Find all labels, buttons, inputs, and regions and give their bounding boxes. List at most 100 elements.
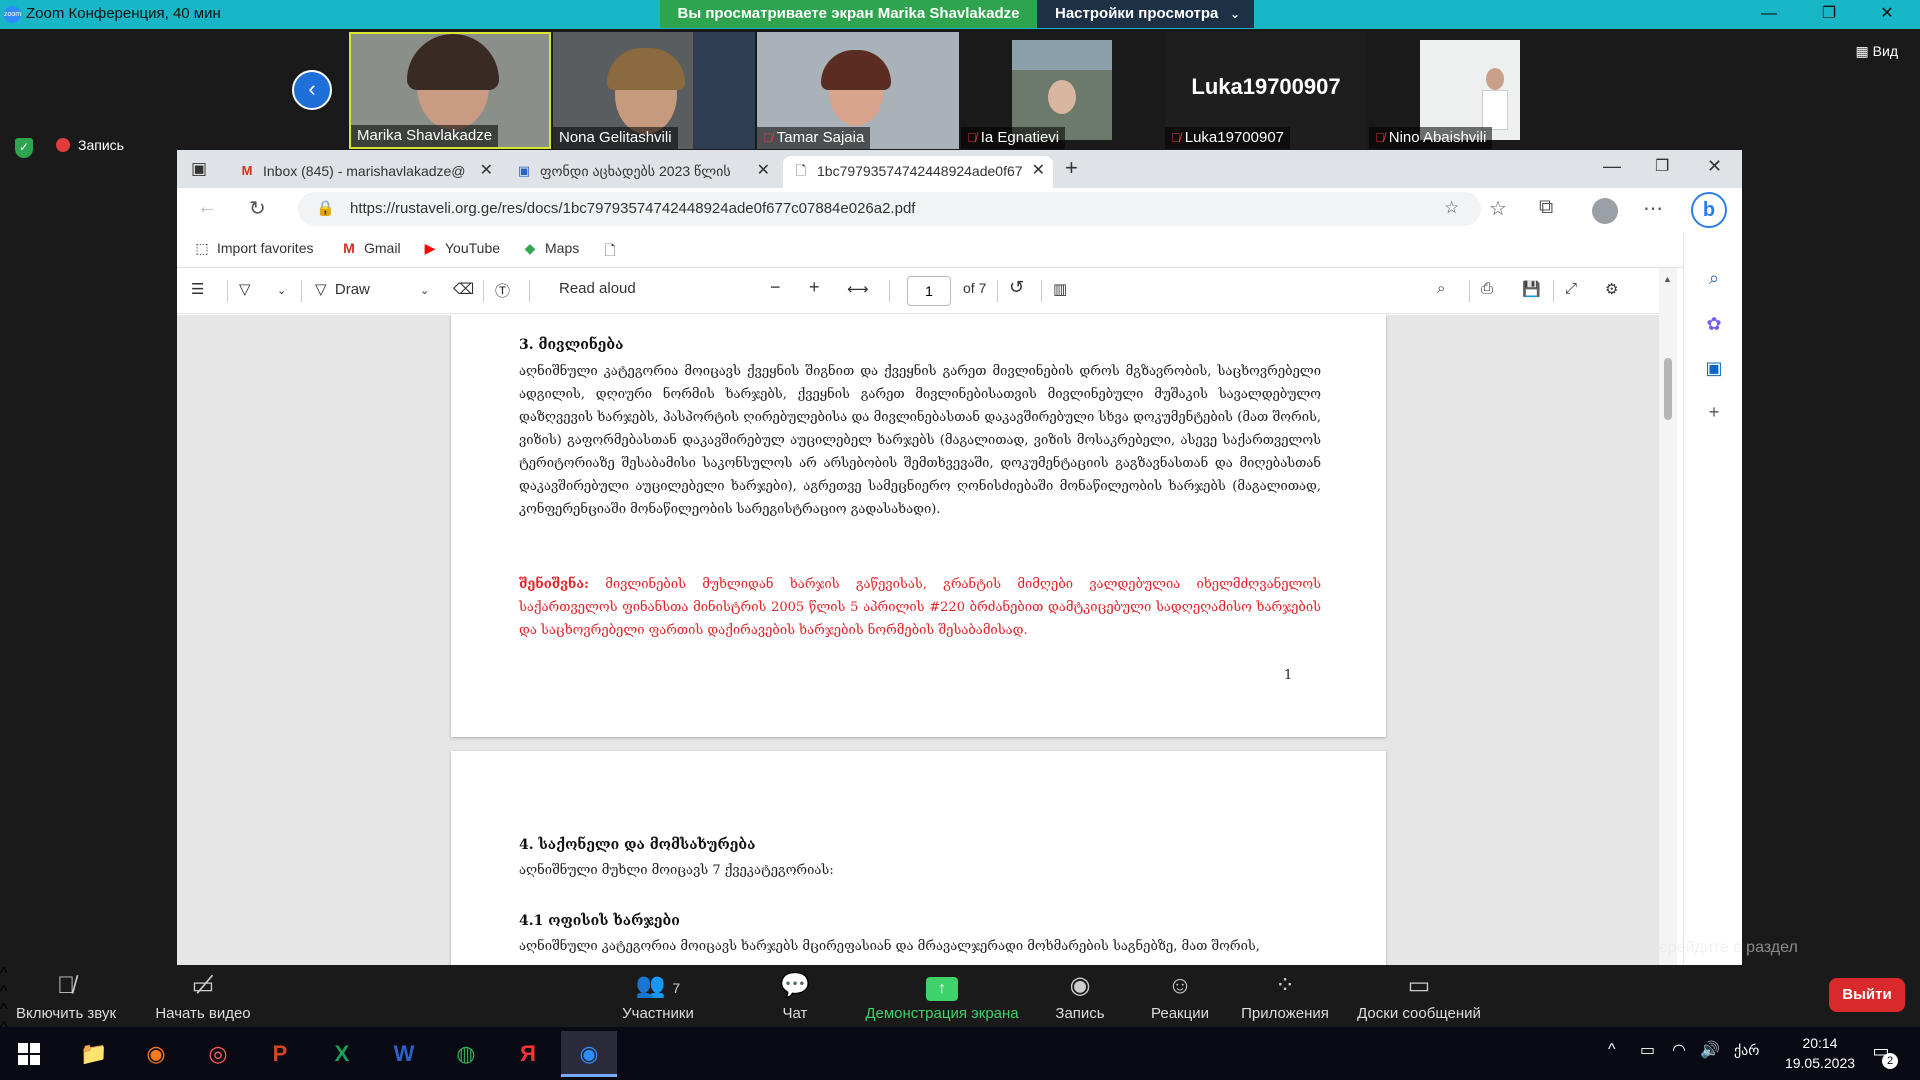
browser-tab[interactable]: ▣ ფონდი აცხადებს 2023 წლის ✕ — [506, 156, 778, 188]
security-shield-icon[interactable]: ✓ — [15, 138, 33, 158]
page-view-icon[interactable]: ▥ — [1053, 280, 1067, 298]
outlook-icon[interactable]: ▣ — [1702, 356, 1726, 380]
collections-icon[interactable]: ⧉ — [1539, 196, 1553, 219]
battery-icon[interactable]: ▭ — [1640, 1040, 1655, 1060]
add-favorite-star-icon[interactable]: ☆ — [1444, 198, 1459, 218]
apps-button[interactable]: ⁘ Приложения — [1236, 965, 1334, 1023]
zoom-in-icon[interactable]: + — [809, 277, 820, 298]
read-aloud-button[interactable]: Read aloud — [559, 280, 636, 297]
record-button[interactable]: ◉ Запись — [1048, 965, 1112, 1023]
recording-indicator[interactable]: Запись — [56, 137, 124, 153]
zoom-taskbar-icon[interactable]: ◉ — [561, 1031, 617, 1077]
new-tab-plus-icon[interactable]: + — [1065, 155, 1078, 181]
section-4-1-body: აღნიშნული კატეგორია მოიცავს ხარჯებს მცირ… — [519, 939, 1260, 954]
search-icon[interactable]: ⌕ — [1437, 280, 1445, 297]
notifications-icon[interactable]: ▭ 2 — [1868, 1041, 1898, 1069]
browser-tab-active[interactable]: 🗋 1bc79793574742448924ade0f67 ✕ — [783, 156, 1053, 188]
excel-icon[interactable]: X — [314, 1031, 370, 1077]
save-icon[interactable]: 💾 — [1522, 280, 1541, 298]
favorite-youtube[interactable]: ▶ YouTube — [421, 240, 500, 257]
windows-start-icon[interactable] — [18, 1043, 40, 1065]
firefox-icon[interactable]: ◉ — [128, 1031, 184, 1077]
print-icon[interactable]: ⎙ — [1481, 280, 1493, 297]
bing-chat-icon[interactable]: b — [1691, 192, 1727, 228]
recorder-app-icon[interactable]: ◎ — [190, 1031, 246, 1077]
participant-name: Nino Abaishvili — [1388, 129, 1487, 146]
taskbar-clock[interactable]: 20:14 19.05.2023 — [1770, 1033, 1870, 1073]
volume-icon[interactable]: 🔊 — [1700, 1040, 1720, 1060]
chat-button[interactable]: 💬 Чат — [770, 965, 820, 1023]
view-settings-button[interactable]: Настройки просмотра ⌄ — [1037, 0, 1254, 28]
favorite-import[interactable]: ⬚ Import favorites — [193, 240, 313, 257]
share-screen-button[interactable]: ↑ Демонстрация экрана — [860, 965, 1024, 1022]
fit-to-width-icon[interactable]: ⟷ — [847, 280, 869, 298]
fullscreen-icon[interactable]: ⤢ — [1565, 280, 1577, 297]
zoom-out-icon[interactable]: − — [770, 277, 781, 298]
wifi-icon[interactable]: ◠ — [1672, 1040, 1686, 1060]
highlight-dropdown-chevron-icon[interactable]: ⌄ — [277, 284, 286, 297]
participant-tile[interactable]: 🎙̸ Ia Egnatievi — [961, 32, 1163, 149]
refresh-icon[interactable]: ↻ — [249, 196, 266, 221]
discover-icon[interactable]: ✿ — [1702, 312, 1726, 336]
section-4-body: აღნიშნული მუხლი მოიცავს 7 ქვეკატეგორიას: — [519, 863, 834, 878]
participants-button[interactable]: 👥 7 Участники — [616, 965, 700, 1023]
participant-tile[interactable]: Nona Gelitashvili — [553, 32, 755, 149]
close-button[interactable]: ✕ — [1864, 0, 1910, 28]
yandex-browser-icon[interactable]: Я — [500, 1031, 556, 1077]
tray-chevron-up-icon[interactable]: ^ — [1608, 1041, 1616, 1059]
favorites-icon[interactable]: ☆ — [1489, 196, 1507, 221]
unmute-button[interactable]: 🎙̸ Включить звук — [10, 965, 122, 1023]
scrollbar-thumb[interactable] — [1664, 358, 1672, 420]
text-tool-icon[interactable]: Ⓣ — [495, 280, 510, 301]
pdf-viewer[interactable]: 3. მივლინება აღნიშნული კატეგორია მოიცავს… — [177, 315, 1677, 965]
search-icon[interactable]: ⌕ — [1702, 266, 1726, 290]
profile-avatar[interactable] — [1592, 198, 1618, 224]
restore-button[interactable]: ❐ — [1806, 0, 1852, 28]
browser-tab[interactable]: M Inbox (845) - marishavlakadze@ ✕ — [229, 156, 501, 188]
participant-tile[interactable]: Marika Shavlakadze — [349, 32, 551, 149]
participant-tile[interactable]: 🎙̸ Tamar Sajaia — [757, 32, 959, 149]
back-arrow-icon[interactable]: ← — [197, 196, 217, 219]
close-tab-icon[interactable]: ✕ — [480, 156, 493, 186]
contents-list-icon[interactable]: ☰ — [191, 280, 204, 298]
draw-button[interactable]: ▽ Draw — [315, 280, 370, 298]
more-options-icon[interactable]: ⋯ — [1643, 196, 1663, 221]
close-tab-icon[interactable]: ✕ — [1032, 156, 1045, 186]
view-button[interactable]: ▦ Вид — [1856, 43, 1898, 60]
file-explorer-icon[interactable]: 📁 — [66, 1031, 122, 1077]
site-icon: ▣ — [517, 163, 531, 178]
participant-name-row: 🎙̸ Nino Abaishvili — [1369, 127, 1493, 149]
highlight-icon[interactable]: ▽ — [239, 280, 251, 298]
previous-page-arrow-icon[interactable]: ‹ — [292, 70, 332, 110]
draw-dropdown-chevron-icon[interactable]: ⌄ — [420, 284, 429, 297]
browser-close-button[interactable]: ✕ — [1707, 156, 1722, 177]
page-number-input[interactable]: 1 — [907, 276, 951, 306]
rotate-icon[interactable]: ↺ — [1009, 277, 1024, 298]
leave-meeting-button[interactable]: Выйти — [1829, 978, 1905, 1012]
favorite-gmail[interactable]: M Gmail — [340, 240, 400, 256]
favorite-page-icon[interactable]: 🗋 — [601, 240, 625, 264]
participant-tile[interactable]: 🎙̸ Nino Abaishvili — [1369, 32, 1571, 149]
powerpoint-icon[interactable]: P — [252, 1031, 308, 1077]
favorite-maps[interactable]: ◆ Maps — [521, 240, 580, 257]
browser-restore-button[interactable]: ❐ — [1655, 156, 1669, 176]
participant-name: Ia Egnatievi — [980, 129, 1060, 146]
whiteboards-button[interactable]: ▭ Доски сообщений — [1348, 965, 1490, 1023]
scroll-up-arrow-icon[interactable]: ▲ — [1663, 274, 1672, 284]
browser-minimize-button[interactable]: — — [1603, 156, 1621, 177]
reactions-button[interactable]: ☺ Реакции — [1142, 965, 1218, 1023]
add-sidebar-app-plus-icon[interactable]: + — [1702, 400, 1726, 424]
input-language[interactable]: ქარ — [1734, 1042, 1759, 1059]
eraser-icon[interactable]: ⌫ — [453, 280, 474, 298]
settings-gear-icon[interactable]: ⚙ — [1605, 280, 1618, 298]
chrome-icon[interactable]: ◍ — [438, 1031, 494, 1077]
word-icon[interactable]: W — [376, 1031, 432, 1077]
start-video-label: Начать видео — [155, 1005, 251, 1022]
close-tab-icon[interactable]: ✕ — [757, 156, 770, 186]
participant-tile[interactable]: Luka19700907 🎙̸ Luka19700907 — [1165, 32, 1367, 149]
start-video-button[interactable]: ▭̸ Начать видео — [148, 965, 258, 1023]
tab-actions-icon[interactable]: ▣ — [191, 159, 207, 179]
minimize-button[interactable]: — — [1746, 0, 1792, 28]
address-bar[interactable]: 🔒 https://rustaveli.org.ge/res/docs/1bc7… — [298, 192, 1481, 226]
pdf-scrollbar[interactable]: ▲ — [1659, 268, 1677, 965]
